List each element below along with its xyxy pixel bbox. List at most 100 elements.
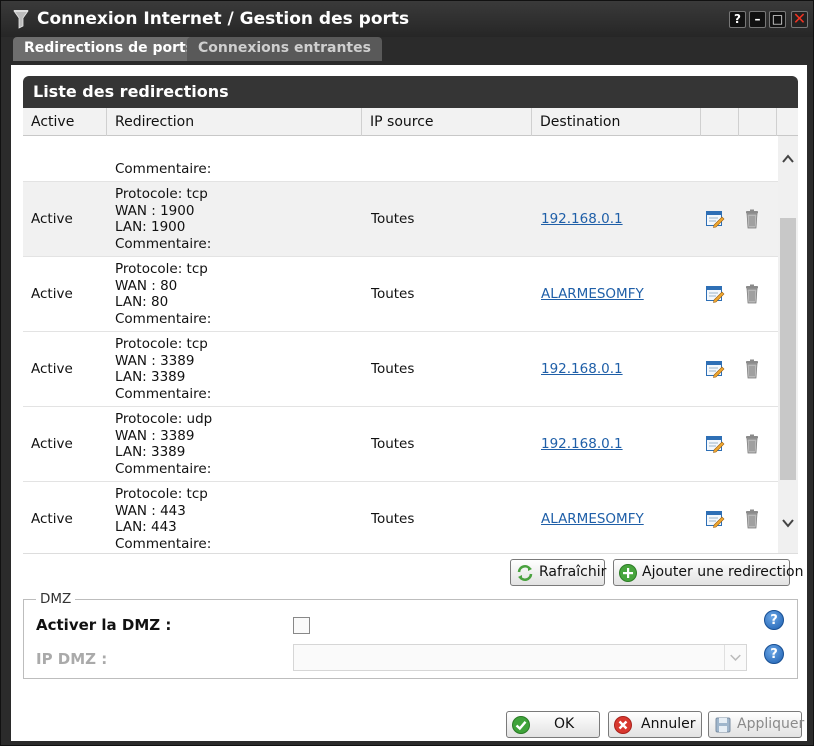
row-destination-link[interactable]: 192.168.0.1 [541, 407, 623, 482]
redirection-line: Protocole: udp [115, 411, 213, 427]
column-header-destination[interactable]: Destination [532, 108, 701, 136]
chevron-down-icon[interactable] [724, 645, 746, 670]
column-header-delete [739, 108, 777, 136]
dialog-window: Connexion Internet / Gestion des ports ?… [0, 0, 814, 746]
trash-icon[interactable] [743, 434, 761, 454]
tab-redirections-de-ports[interactable]: Redirections de ports [13, 37, 206, 61]
redirection-line: WAN : 443 [115, 502, 186, 519]
window-title: Connexion Internet / Gestion des ports [37, 9, 410, 29]
redirection-line: LAN: 443 [115, 519, 177, 535]
row-destination-link[interactable]: ALARMESOMFY [541, 257, 644, 332]
dmz-enable-help-icon[interactable]: ? [764, 610, 784, 630]
cancel-button-label: Annuler [641, 716, 696, 732]
cancel-icon [614, 716, 632, 734]
ok-button[interactable]: OK [506, 711, 600, 738]
edit-icon[interactable] [705, 509, 725, 529]
vertical-scrollbar[interactable] [778, 136, 798, 553]
redirection-line: WAN : 1900 [115, 202, 195, 219]
scroll-up-arrow-icon[interactable] [781, 152, 795, 166]
apply-button-label: Appliquer [737, 716, 805, 732]
check-icon [512, 716, 530, 734]
table-row[interactable]: Commentaire: [23, 136, 778, 182]
row-status: Active [31, 211, 73, 227]
save-disk-icon [715, 717, 731, 733]
table-row[interactable]: Active Protocole: tcp WAN : 1900 LAN: 1900 C… [23, 182, 778, 257]
row-redirection: Protocole: tcp WAN : 80 LAN: 80 Commentaire… [115, 261, 211, 336]
column-header-active[interactable]: Active [23, 108, 107, 136]
row-redirection: Protocole: tcp WAN : 1900 LAN: 1900 Comment… [115, 186, 211, 261]
trash-icon[interactable] [743, 359, 761, 379]
row-ip-source: Toutes [371, 511, 415, 527]
row-destination-link[interactable]: 192.168.0.1 [541, 332, 623, 407]
tab-content: Liste des redirections Active Redirectio… [11, 65, 807, 741]
grid-header: Active Redirection IP source Destination [23, 108, 798, 136]
scroll-down-arrow-icon[interactable] [781, 516, 795, 530]
redirection-line: Commentaire: [115, 310, 212, 327]
enable-dmz-label: Activer la DMZ : [36, 616, 172, 634]
redirection-line: Commentaire: [115, 160, 212, 177]
row-redirection: Protocole: udp WAN : 3389 LAN: 3389 Comment… [115, 411, 212, 486]
row-ip-source: Toutes [371, 286, 415, 302]
row-redirection: Commentaire: [115, 136, 211, 186]
edit-icon[interactable] [705, 434, 725, 454]
grid-rows: Commentaire: Active Protocole: tcp WAN : 19… [23, 136, 778, 553]
add-icon [619, 564, 637, 582]
redirection-line: Protocole: tcp [115, 186, 208, 202]
table-row[interactable]: Active Protocole: udp WAN : 3389 LAN: 3389 C… [23, 407, 778, 482]
row-redirection: Protocole: tcp WAN : 443 LAN: 443 Commentai… [115, 486, 211, 553]
redirection-line: LAN: 3389 [115, 444, 186, 460]
table-row[interactable]: Active Protocole: tcp WAN : 443 LAN: 443 Com… [23, 482, 778, 553]
redirection-line: Protocole: tcp [115, 486, 208, 502]
dmz-ip-help-icon[interactable]: ? [764, 644, 784, 664]
refresh-button-label: Rafraîchir [539, 564, 607, 580]
add-redirection-button[interactable]: Ajouter une redirection [613, 559, 803, 586]
row-ip-source: Toutes [371, 436, 415, 452]
trash-icon[interactable] [743, 209, 761, 229]
column-header-ip-source[interactable]: IP source [362, 108, 532, 136]
redirection-line: Commentaire: [115, 235, 212, 252]
edit-icon[interactable] [705, 284, 725, 304]
refresh-button[interactable]: Rafraîchir [510, 559, 607, 586]
redirection-line: LAN: 80 [115, 294, 169, 310]
redirection-line [115, 136, 211, 144]
column-header-redirection[interactable]: Redirection [107, 108, 362, 136]
edit-icon[interactable] [705, 359, 725, 379]
table-row[interactable]: Active Protocole: tcp WAN : 80 LAN: 80 Comme… [23, 257, 778, 332]
dmz-legend: DMZ [36, 591, 76, 607]
maximize-button[interactable]: □ [769, 11, 786, 28]
redirection-line: LAN: 1900 [115, 219, 186, 235]
dmz-ip-select[interactable] [293, 644, 747, 671]
edit-icon[interactable] [705, 209, 725, 229]
row-ip-source: Toutes [371, 361, 415, 377]
scrollbar-thumb[interactable] [780, 218, 796, 480]
table-row[interactable]: Active Protocole: tcp WAN : 3389 LAN: 3389 C… [23, 332, 778, 407]
enable-dmz-checkbox[interactable] [293, 617, 310, 634]
minimize-button[interactable]: – [749, 11, 766, 28]
add-redirection-button-label: Ajouter une redirection [642, 564, 804, 580]
title-bar[interactable]: Connexion Internet / Gestion des ports ?… [1, 1, 813, 37]
ok-button-label: OK [554, 716, 575, 732]
redirection-line: Commentaire: [115, 385, 212, 402]
funnel-icon [13, 10, 29, 29]
row-ip-source: Toutes [371, 211, 415, 227]
tab-connexions-entrantes[interactable]: Connexions entrantes [187, 37, 382, 61]
trash-icon[interactable] [743, 284, 761, 304]
close-button[interactable]: ✕ [791, 11, 808, 28]
redirection-line: WAN : 3389 [115, 427, 195, 444]
row-destination-link[interactable]: 192.168.0.1 [541, 182, 623, 257]
redirection-line: Protocole: tcp [115, 336, 208, 352]
grid-body[interactable]: Commentaire: Active Protocole: tcp WAN : 19… [23, 136, 778, 553]
row-status: Active [31, 286, 73, 302]
cancel-button[interactable]: Annuler [608, 711, 702, 738]
help-window-button[interactable]: ? [729, 11, 746, 28]
apply-button[interactable]: Appliquer [708, 711, 805, 738]
trash-icon[interactable] [743, 509, 761, 529]
row-destination-link[interactable]: ALARMESOMFY [541, 482, 644, 553]
redirection-line: Commentaire: [115, 460, 212, 477]
column-header-edit [701, 108, 739, 136]
row-status: Active [31, 436, 73, 452]
row-status: Active [31, 361, 73, 377]
redirections-grid: Active Redirection IP source Destination… [23, 108, 798, 554]
redirection-line: Protocole: tcp [115, 261, 208, 277]
redirection-line: LAN: 3389 [115, 369, 186, 385]
